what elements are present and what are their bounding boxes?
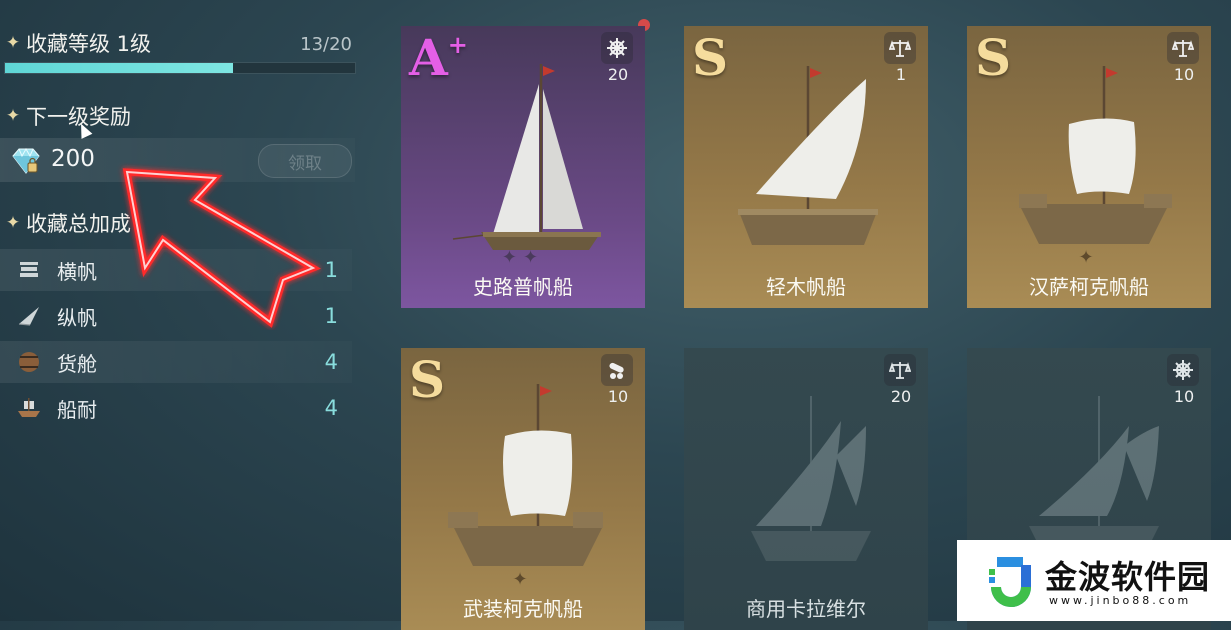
jinbo-logo-icon (989, 557, 1031, 607)
collection-level-title: 收藏等级 1级 (26, 32, 152, 56)
ship-card-armed-cog[interactable]: S 10 ✦ 武装柯克帆船 (401, 348, 645, 630)
bonus-row-cargo: 货舱 4 (0, 341, 352, 383)
ship-hull-icon (18, 398, 40, 417)
ship-illustration (1019, 66, 1172, 244)
ship-name: 武装柯克帆船 (463, 597, 583, 621)
ship-name: 汉萨柯克帆船 (1029, 275, 1149, 299)
square-sail-icon (20, 262, 38, 277)
sparkle-icon: ✦ (5, 106, 21, 126)
ship-illustration (452, 64, 601, 250)
ship-illustration (738, 66, 878, 245)
watermark: 金波软件园 www.jinbo88.com (957, 540, 1231, 621)
rank-pips: ✦ (1078, 247, 1100, 268)
ship-name: 史路普帆船 (473, 275, 573, 299)
ship-name: 商用卡拉维尔 (746, 597, 866, 621)
ship-card-trade-caravel[interactable]: 20 商用卡拉维尔 (684, 348, 928, 630)
bonus-label: 船耐 (57, 397, 97, 422)
bonus-value: 4 (324, 350, 338, 374)
lateen-sail-icon (18, 307, 39, 326)
bonus-label: 货舱 (57, 351, 97, 376)
ship-card-sloop[interactable]: A+ 20 ✦✦ 史路普帆船 (401, 26, 645, 308)
total-bonus-header: ✦ 收藏总加成 (0, 208, 131, 238)
sparkle-icon: ✦ (5, 33, 21, 53)
collection-progress-fill (5, 63, 233, 73)
ship-name: 轻木帆船 (766, 275, 846, 299)
ship-card-hansa-cog[interactable]: S 10 ✦ 汉萨柯克帆船 (967, 26, 1211, 308)
sparkle-icon: ✦ (5, 213, 21, 233)
reward-amount: 200 (51, 146, 95, 172)
collection-level-header: ✦ 收藏等级 1级 (0, 28, 151, 58)
diamond-icon (12, 147, 40, 174)
next-reward-header: ✦ 下一级奖励 (0, 101, 131, 131)
bonus-value: 4 (324, 396, 338, 420)
watermark-title: 金波软件园 (1045, 558, 1211, 596)
ship-card-balsa[interactable]: S 1 轻木帆船 (684, 26, 928, 308)
collection-progress-bar (4, 62, 356, 74)
bonus-row-durability: 船耐 4 (0, 387, 352, 429)
ship-illustration (448, 384, 603, 566)
rank-pips: ✦ (512, 569, 534, 590)
collection-progress-text: 13/20 (300, 34, 352, 55)
rank-pips: ✦✦ (501, 247, 545, 268)
watermark-url: www.jinbo88.com (1049, 594, 1192, 607)
red-arrow-annotation-icon (122, 168, 321, 328)
barrel-icon (19, 352, 39, 372)
ship-illustration (751, 396, 871, 561)
